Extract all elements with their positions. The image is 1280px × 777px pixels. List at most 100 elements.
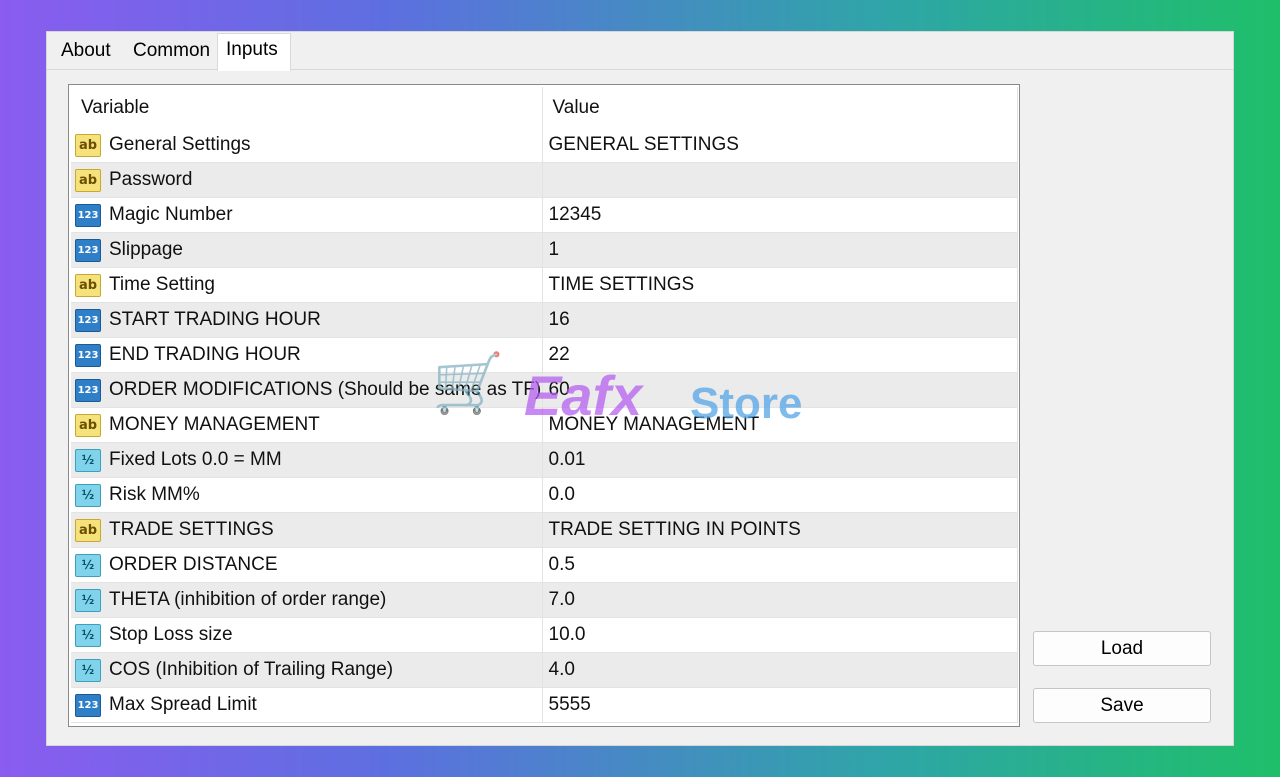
value-cell[interactable]: 7.0 — [542, 582, 1018, 619]
variable-cell-content: ab General Settings — [71, 128, 541, 162]
value-cell[interactable]: GENERAL SETTINGS — [542, 128, 1018, 164]
table-row[interactable]: ab Password — [71, 162, 1018, 199]
variable-name: Risk MM% — [109, 484, 200, 506]
table-row[interactable]: ab MONEY MANAGEMENT MONEY MANAGEMENT — [71, 407, 1018, 444]
variable-cell-content: 123 END TRADING HOUR — [71, 338, 541, 372]
integer-type-icon: 123 — [75, 238, 101, 262]
table-row[interactable]: 123 Slippage 1 — [71, 232, 1018, 269]
variable-cell: ab Time Setting — [71, 267, 543, 304]
variable-cell-content: ½ Stop Loss size — [71, 618, 541, 652]
value-cell[interactable]: 0.5 — [542, 547, 1018, 584]
value-cell[interactable]: 0.0 — [542, 477, 1018, 514]
value-cell[interactable]: TRADE SETTING IN POINTS — [542, 512, 1018, 549]
variable-name: Fixed Lots 0.0 = MM — [109, 449, 282, 471]
double-type-icon: ½ — [75, 658, 101, 682]
tab-inputs[interactable]: Inputs — [217, 33, 291, 71]
double-type-icon: ½ — [75, 553, 101, 577]
variable-cell: ab Password — [71, 162, 543, 199]
tab-about[interactable]: About — [53, 38, 119, 70]
value-cell[interactable]: 0.01 — [542, 442, 1018, 479]
variable-cell: 123 ORDER MODIFICATIONS (Should be same a… — [71, 372, 543, 409]
table-row[interactable]: ½ COS (Inhibition of Trailing Range) 4.0 — [71, 652, 1018, 689]
table-row[interactable]: ½ THETA (inhibition of order range) 7.0 — [71, 582, 1018, 619]
variable-name: ORDER MODIFICATIONS (Should be same as T… — [109, 379, 542, 401]
table-row[interactable]: 123 START TRADING HOUR 16 — [71, 302, 1018, 339]
integer-type-icon: 123 — [75, 343, 101, 367]
tab-common[interactable]: Common — [125, 38, 218, 70]
value-cell[interactable]: MONEY MANAGEMENT — [542, 407, 1018, 444]
string-type-icon: ab — [75, 273, 101, 297]
value-cell[interactable]: 22 — [542, 337, 1018, 374]
variable-cell-content: 123 ORDER MODIFICATIONS (Should be same a… — [71, 373, 542, 407]
table-row[interactable]: ½ Stop Loss size 10.0 — [71, 617, 1018, 654]
table-row[interactable]: 123 ORDER MODIFICATIONS (Should be same a… — [71, 372, 1018, 409]
variable-name: General Settings — [109, 134, 251, 156]
variable-cell: ½ THETA (inhibition of order range) — [71, 582, 543, 619]
value-cell[interactable]: 4.0 — [542, 652, 1018, 689]
table-row[interactable]: 123 Max Spread Limit 5555 — [71, 687, 1018, 724]
variable-cell-content: ab MONEY MANAGEMENT — [71, 408, 541, 442]
inputs-table: Variable Value ab General Settings GENERAL… — [71, 87, 1018, 724]
variable-name: Magic Number — [109, 204, 233, 226]
integer-type-icon: 123 — [75, 693, 101, 717]
variable-cell: ½ Risk MM% — [71, 477, 543, 514]
double-type-icon: ½ — [75, 588, 101, 612]
table-row[interactable]: ab TRADE SETTINGS TRADE SETTING IN POINTS — [71, 512, 1018, 549]
variable-name: Time Setting — [109, 274, 215, 296]
value-cell[interactable]: 10.0 — [542, 617, 1018, 654]
table-row[interactable]: ½ Fixed Lots 0.0 = MM 0.01 — [71, 442, 1018, 479]
variable-name: THETA (inhibition of order range) — [109, 589, 387, 611]
save-button[interactable]: Save — [1033, 688, 1211, 723]
table-body: ab General Settings GENERAL SETTINGS ab Pass… — [71, 128, 1018, 724]
table-header-row: Variable Value — [71, 87, 1018, 128]
string-type-icon: ab — [75, 133, 101, 157]
table-row[interactable]: ab General Settings GENERAL SETTINGS — [71, 128, 1018, 164]
double-type-icon: ½ — [75, 448, 101, 472]
variable-cell: ½ ORDER DISTANCE — [71, 547, 543, 584]
variable-name: ORDER DISTANCE — [109, 554, 278, 576]
variable-name: COS (Inhibition of Trailing Range) — [109, 659, 394, 681]
variable-cell-content: ab Time Setting — [71, 268, 541, 302]
variable-name: Password — [109, 169, 193, 191]
variable-cell: 123 Slippage — [71, 232, 543, 269]
variable-name: Slippage — [109, 239, 183, 261]
table-row[interactable]: ½ ORDER DISTANCE 0.5 — [71, 547, 1018, 584]
load-button[interactable]: Load — [1033, 631, 1211, 666]
table-row[interactable]: 123 Magic Number 12345 — [71, 197, 1018, 234]
string-type-icon: ab — [75, 413, 101, 437]
inputs-dialog: About Common Inputs Variable Value ab Gen… — [46, 31, 1234, 746]
variable-cell-content: 123 Slippage — [71, 233, 541, 267]
variable-cell: 123 Magic Number — [71, 197, 543, 234]
variable-name: Stop Loss size — [109, 624, 233, 646]
variable-cell-content: ½ Fixed Lots 0.0 = MM — [71, 443, 541, 477]
variable-cell-content: ½ COS (Inhibition of Trailing Range) — [71, 653, 541, 687]
double-type-icon: ½ — [75, 623, 101, 647]
variable-cell: 123 START TRADING HOUR — [71, 302, 543, 339]
variable-cell-content: ½ Risk MM% — [71, 478, 541, 512]
variable-name: Max Spread Limit — [109, 694, 257, 716]
string-type-icon: ab — [75, 168, 101, 192]
variable-cell: 123 Max Spread Limit — [71, 687, 543, 724]
inputs-grid[interactable]: Variable Value ab General Settings GENERAL… — [68, 84, 1020, 727]
value-cell[interactable]: 1 — [542, 232, 1018, 269]
value-cell[interactable]: TIME SETTINGS — [542, 267, 1018, 304]
column-header-variable[interactable]: Variable — [71, 87, 543, 128]
table-row[interactable]: ab Time Setting TIME SETTINGS — [71, 267, 1018, 304]
column-header-value[interactable]: Value — [542, 87, 1018, 128]
variable-cell: 123 END TRADING HOUR — [71, 337, 543, 374]
variable-cell-content: 123 Max Spread Limit — [71, 688, 541, 722]
variable-cell-content: ½ THETA (inhibition of order range) — [71, 583, 541, 617]
variable-cell-content: 123 Magic Number — [71, 198, 541, 232]
variable-cell: ½ Stop Loss size — [71, 617, 543, 654]
value-cell[interactable]: 5555 — [542, 687, 1018, 724]
table-row[interactable]: 123 END TRADING HOUR 22 — [71, 337, 1018, 374]
value-cell[interactable] — [542, 162, 1018, 199]
value-cell[interactable]: 12345 — [542, 197, 1018, 234]
variable-cell: ab MONEY MANAGEMENT — [71, 407, 543, 444]
variable-cell: ½ Fixed Lots 0.0 = MM — [71, 442, 543, 479]
variable-cell-content: ab Password — [71, 163, 541, 197]
variable-cell: ½ COS (Inhibition of Trailing Range) — [71, 652, 543, 689]
value-cell[interactable]: 16 — [542, 302, 1018, 339]
value-cell[interactable]: 60 — [542, 372, 1018, 409]
table-row[interactable]: ½ Risk MM% 0.0 — [71, 477, 1018, 514]
